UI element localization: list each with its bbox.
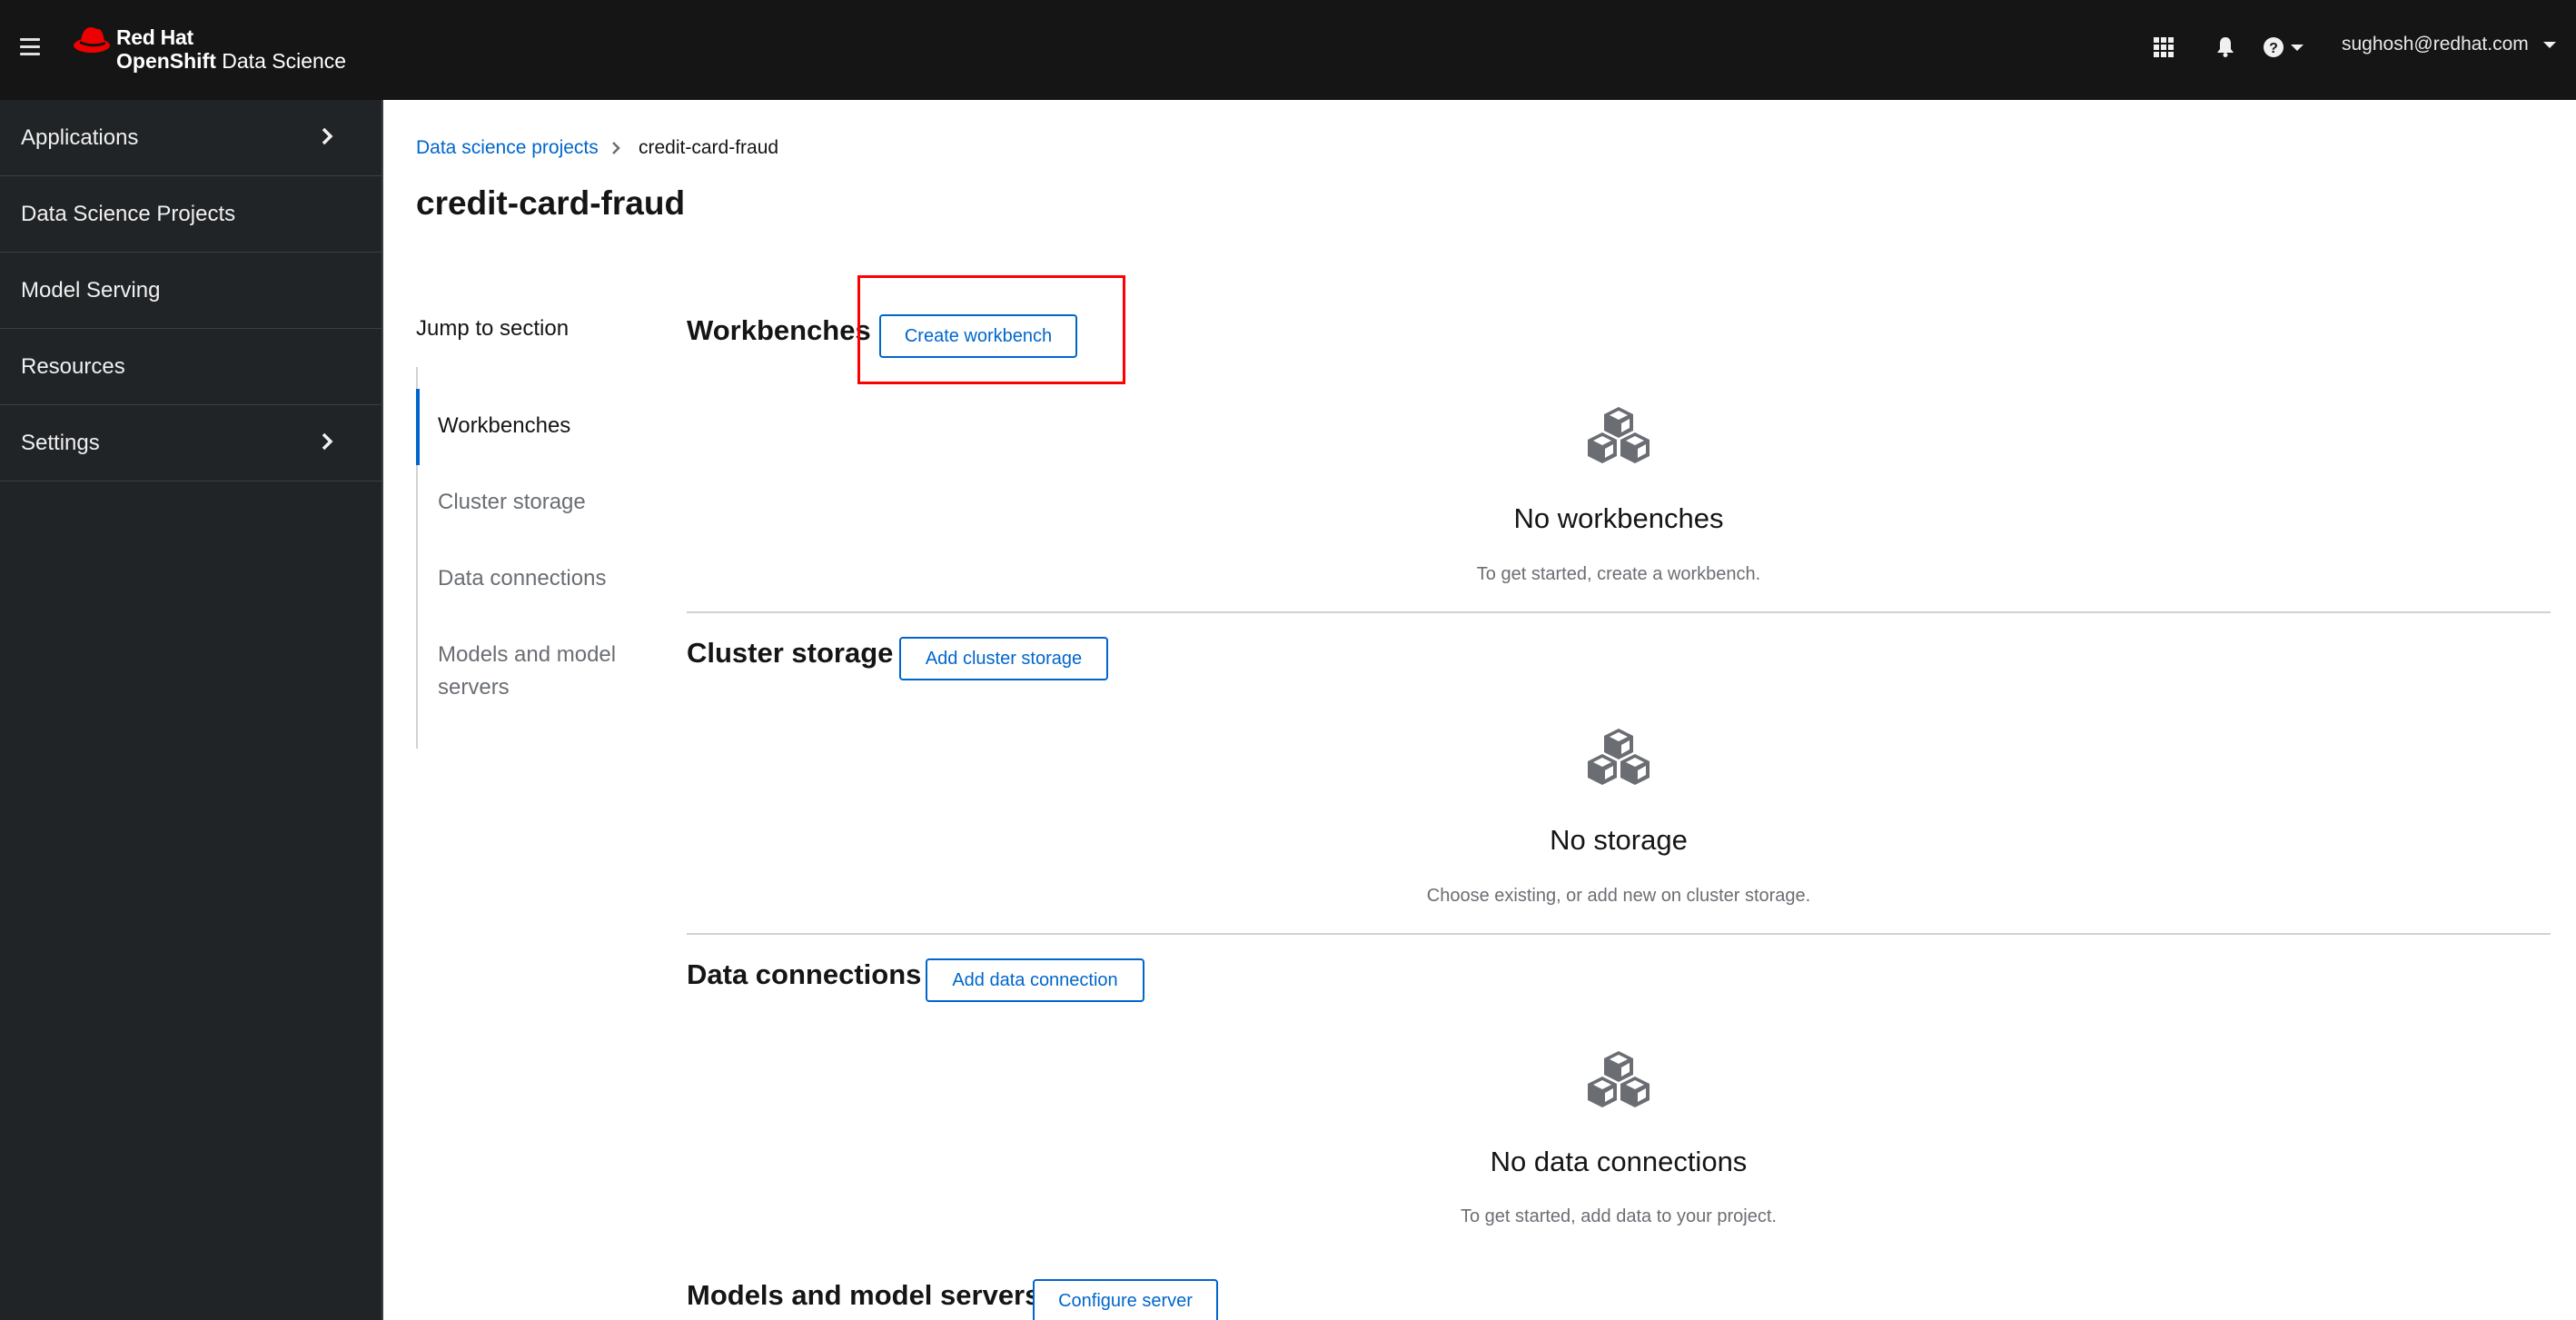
user-name: sughosh@redhat.com bbox=[2342, 34, 2529, 55]
section-title-models: Models and model servers bbox=[687, 1279, 1041, 1311]
help-menu[interactable]: ? bbox=[2264, 35, 2318, 60]
bell-icon[interactable] bbox=[2213, 35, 2238, 60]
caret-down-icon bbox=[2542, 41, 2556, 48]
sidebar-item-settings[interactable]: Settings bbox=[0, 405, 381, 481]
product-name-rest: Data Science bbox=[215, 49, 347, 73]
chevron-right-icon bbox=[322, 127, 333, 145]
user-menu[interactable]: sughosh@redhat.com bbox=[2342, 34, 2556, 55]
svg-text:?: ? bbox=[2269, 41, 2278, 56]
app-launcher-icon[interactable] bbox=[2151, 35, 2176, 60]
empty-state-body: Choose existing, or add new on cluster s… bbox=[1426, 886, 1811, 906]
brand-name: Red Hat bbox=[116, 25, 193, 49]
add-data-connection-button[interactable]: Add data connection bbox=[926, 958, 1144, 1002]
empty-state-body: To get started, create a workbench. bbox=[1476, 564, 1761, 584]
sidebar-item-label: Resources bbox=[21, 354, 125, 379]
empty-state-title: No data connections bbox=[1490, 1146, 1748, 1177]
caret-down-icon bbox=[2291, 44, 2304, 51]
cubes-icon bbox=[1588, 407, 1650, 463]
hamburger-icon[interactable] bbox=[20, 38, 40, 58]
configure-server-button[interactable]: Configure server bbox=[1033, 1279, 1218, 1320]
sidebar-item-label: Applications bbox=[21, 125, 139, 150]
section-divider bbox=[687, 933, 2551, 935]
red-hat-logo-icon bbox=[74, 27, 110, 53]
add-cluster-storage-button[interactable]: Add cluster storage bbox=[899, 637, 1108, 680]
masthead: Red Hat OpenShift Data Science ? sughosh… bbox=[0, 0, 2576, 100]
sidebar: Applications Data Science Projects Model… bbox=[0, 100, 383, 1320]
create-workbench-button[interactable]: Create workbench bbox=[879, 314, 1077, 358]
help-icon: ? bbox=[2264, 37, 2284, 57]
empty-state-body: To get started, add data to your project… bbox=[1461, 1206, 1777, 1226]
sidebar-item-label: Data Science Projects bbox=[21, 202, 236, 226]
product-name-bold: OpenShift bbox=[116, 49, 216, 73]
jump-link-cluster-storage[interactable]: Cluster storage bbox=[438, 486, 586, 519]
section-title-cluster-storage: Cluster storage bbox=[687, 637, 894, 669]
product-name: OpenShift Data Science bbox=[116, 49, 346, 74]
sidebar-item-resources[interactable]: Resources bbox=[0, 329, 381, 405]
sidebar-item-data-science-projects[interactable]: Data Science Projects bbox=[0, 176, 381, 253]
chevron-right-icon bbox=[322, 432, 333, 451]
jump-link-workbenches[interactable]: Workbenches bbox=[438, 410, 570, 442]
sidebar-item-applications[interactable]: Applications bbox=[0, 100, 381, 176]
empty-state-title: No workbenches bbox=[1513, 502, 1724, 534]
jump-link-models[interactable]: Models and model servers bbox=[438, 639, 638, 704]
sidebar-item-label: Model Serving bbox=[21, 278, 161, 303]
jump-active-indicator bbox=[416, 389, 420, 465]
section-title-data-connections: Data connections bbox=[687, 958, 922, 990]
page-title: credit-card-fraud bbox=[416, 184, 686, 222]
cubes-icon bbox=[1588, 729, 1650, 785]
sidebar-item-model-serving[interactable]: Model Serving bbox=[0, 253, 381, 329]
breadcrumb-current: credit-card-fraud bbox=[639, 137, 779, 158]
breadcrumb-link-projects[interactable]: Data science projects bbox=[416, 137, 599, 159]
main-content bbox=[385, 100, 2576, 1320]
jump-link-data-connections[interactable]: Data connections bbox=[438, 562, 606, 595]
sidebar-item-label: Settings bbox=[21, 431, 100, 455]
cubes-icon bbox=[1588, 1051, 1650, 1107]
jump-to-section-title: Jump to section bbox=[416, 316, 570, 341]
empty-state-title: No storage bbox=[1550, 824, 1688, 856]
section-divider bbox=[687, 611, 2551, 613]
section-title-workbenches: Workbenches bbox=[687, 314, 871, 346]
breadcrumb-separator-icon bbox=[612, 142, 620, 154]
